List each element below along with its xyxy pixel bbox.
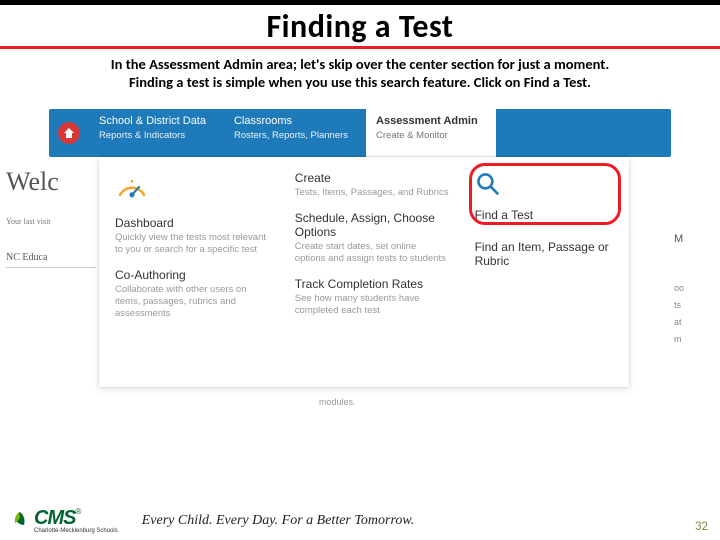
intro-line1: In the Assessment Admin area; let's skip… <box>111 55 609 73</box>
cms-logo: CMS® Charlotte-Mecklenburg Schools <box>34 507 118 534</box>
divider <box>6 267 96 268</box>
right-head: M <box>674 229 714 250</box>
panel-col-2: Create Tests, Items, Passages, and Rubri… <box>295 171 449 373</box>
welcome-fragment: Welc <box>6 167 96 197</box>
nav-classrooms[interactable]: Classrooms Rosters, Reports, Planners <box>224 109 366 157</box>
track-link[interactable]: Track Completion Rates <box>295 277 449 291</box>
slide-title: Finding a Test <box>0 7 720 46</box>
behind-right-text: M oo ts at m <box>674 229 714 348</box>
logo-block: CMS® Charlotte-Mecklenburg Schools Every… <box>12 507 414 534</box>
coauthoring-desc: Collaborate with other users on items, p… <box>115 284 269 320</box>
dashboard-link[interactable]: Dashboard <box>115 216 269 230</box>
logo-subtitle: Charlotte-Mecklenburg Schools <box>34 528 118 534</box>
right-r3: at <box>674 314 714 331</box>
intro-line2a: Finding a test is simple when you use th… <box>129 73 524 91</box>
nav-sub: Create & Monitor <box>376 130 478 141</box>
callout-highlight <box>469 163 621 225</box>
nc-fragment: NC Educa <box>6 252 96 263</box>
nav-title: Assessment Admin <box>376 115 478 127</box>
tagline: Every Child. Every Day. For a Better Tom… <box>142 513 414 529</box>
page-number: 32 <box>695 519 708 534</box>
right-r1: oo <box>674 280 714 297</box>
coauthoring-link[interactable]: Co-Authoring <box>115 268 269 282</box>
intro-text: In the Assessment Admin area; let's skip… <box>0 49 720 95</box>
footer: CMS® Charlotte-Mecklenburg Schools Every… <box>12 507 708 534</box>
right-r4: m <box>674 331 714 348</box>
title-band: Finding a Test <box>0 5 720 49</box>
create-link[interactable]: Create <box>295 171 449 185</box>
track-desc: See how many students have completed eac… <box>295 293 449 317</box>
registered-mark: ® <box>75 507 81 516</box>
create-desc: Tests, Items, Passages, and Rubrics <box>295 187 449 199</box>
find-item-link[interactable]: Find an Item, Passage or Rubric <box>475 240 613 268</box>
nav-sub: Rosters, Reports, Planners <box>234 130 348 141</box>
nav-sub: Reports & Indicators <box>99 130 206 141</box>
nav-title: School & District Data <box>99 115 206 127</box>
nav-title: Classrooms <box>234 115 348 127</box>
leaf-icon <box>12 511 28 531</box>
dashboard-desc: Quickly view the tests most relevant to … <box>115 232 269 256</box>
slide: Finding a Test In the Assessment Admin a… <box>0 0 720 540</box>
panel-col-1: Dashboard Quickly view the tests most re… <box>115 171 269 373</box>
home-icon <box>58 122 80 144</box>
behind-left-text: Welc Your last visit NC Educa <box>6 167 96 268</box>
home-button[interactable] <box>49 109 89 157</box>
gauge-icon <box>115 171 149 205</box>
last-visit-fragment: Your last visit <box>6 217 96 226</box>
app-topbar: School & District Data Reports & Indicat… <box>49 109 671 157</box>
intro-cta: Find a Test. <box>524 73 591 91</box>
nav-assessment-admin[interactable]: Assessment Admin Create & Monitor <box>366 109 496 157</box>
right-r2: ts <box>674 297 714 314</box>
schedule-link[interactable]: Schedule, Assign, Choose Options <box>295 211 449 239</box>
nav: School & District Data Reports & Indicat… <box>89 109 496 157</box>
below-fragment: modules. <box>319 397 356 407</box>
logo-text: CMS <box>34 507 75 529</box>
screenshot: Welc Your last visit NC Educa M oo ts at… <box>49 109 671 419</box>
schedule-desc: Create start dates, set online options a… <box>295 241 449 265</box>
nav-school-district[interactable]: School & District Data Reports & Indicat… <box>89 109 224 157</box>
